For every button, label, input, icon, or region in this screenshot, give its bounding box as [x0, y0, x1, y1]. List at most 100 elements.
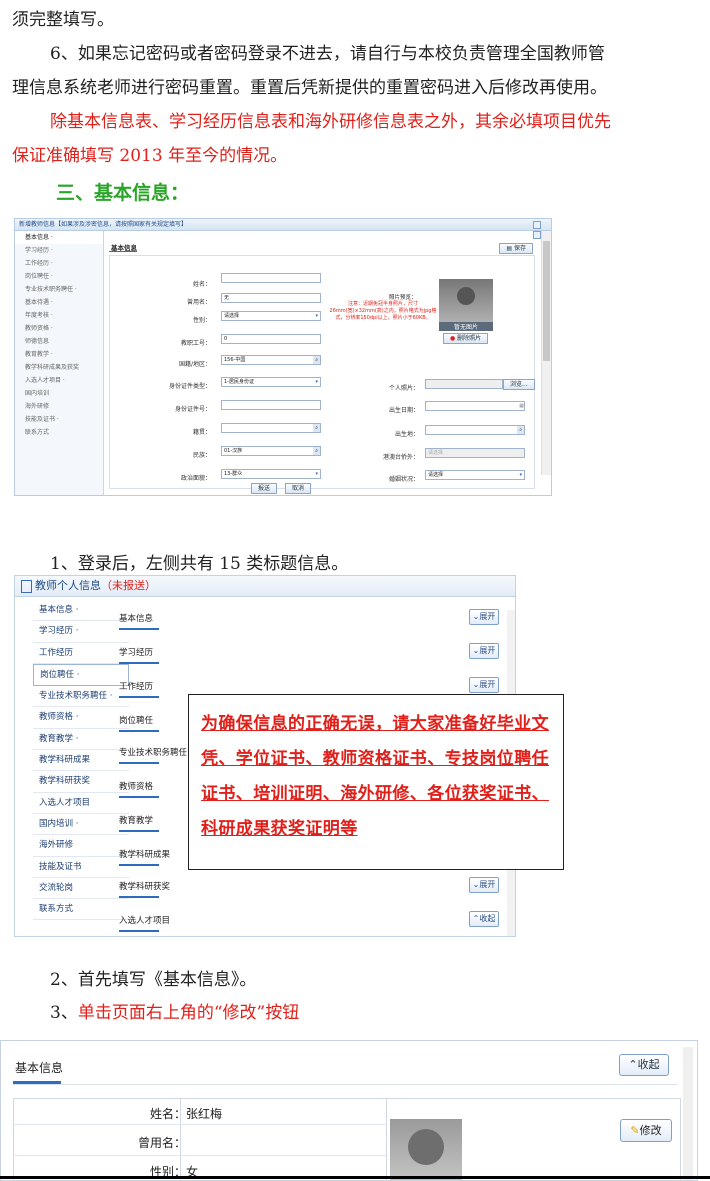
sidebar-item[interactable]: 岗位聘任 · [33, 663, 129, 687]
idno-label: 身份证件号： [174, 406, 211, 413]
scrollbar[interactable] [683, 1047, 693, 1180]
section-underline [119, 730, 159, 732]
sidebar-item[interactable]: 联系方式 [33, 899, 129, 921]
section-title: 工作经历 [119, 682, 154, 692]
expand-button[interactable]: ⌄展开 [469, 643, 499, 659]
step-3-instruction: 单击页面右上角的“修改”按钮 [77, 1003, 300, 1023]
collapse-label: 收起 [637, 1058, 660, 1071]
edit-button[interactable]: ✎修改 [620, 1119, 672, 1142]
sidebar-item[interactable]: 交流轮岗 [33, 878, 129, 900]
sidebar-item[interactable]: 海外研修 [15, 400, 103, 413]
restore-icon[interactable] [533, 221, 541, 229]
scrollbar[interactable] [541, 231, 551, 475]
section-title: 专业技术职务聘任 [119, 748, 188, 758]
section-row: 基本信息 [119, 612, 159, 630]
no-photo-text: 暂无图片 [439, 322, 493, 331]
sidebar-item[interactable]: 学习经历 · [15, 244, 103, 257]
section-underline [119, 830, 159, 832]
section-row: 入选人才项目 [119, 914, 170, 932]
search-icon[interactable]: ⌕ [313, 356, 320, 364]
person-icon [457, 287, 475, 305]
hk-select[interactable]: 请选择 [425, 448, 525, 458]
section-title: 岗位聘任 [119, 716, 154, 726]
sidebar-item[interactable]: 教学科研成果 [33, 750, 129, 772]
name-input[interactable] [221, 273, 321, 283]
row-divider [14, 1155, 386, 1156]
native-input[interactable]: ⌕ [221, 423, 321, 433]
sidebar-item[interactable]: 技能及证书 [33, 857, 129, 878]
window-controls[interactable] [533, 221, 547, 239]
sidebar-item[interactable]: 基本信息 · [33, 600, 129, 622]
sidebar-item[interactable]: 工作经历 · [15, 257, 103, 270]
expand-button[interactable]: ⌄展开 [469, 609, 499, 625]
sidebar-item[interactable]: 海外研修 [33, 835, 129, 857]
marital-label: 婚姻状况： [388, 476, 419, 483]
sidebar-item[interactable]: 岗位聘任 · [15, 270, 103, 283]
screenshot-basic-info: 基本信息 ⌃收起 ✎修改 姓名： 张红梅 曾用名： 性别： 女 [0, 1040, 698, 1181]
search-icon[interactable]: ⌕ [313, 447, 320, 455]
birthplace-input[interactable]: ⌕ [425, 425, 525, 435]
gender-label: 性别： [192, 317, 211, 324]
sidebar-item[interactable]: 教学科研获奖 [33, 771, 129, 793]
emp-no-input[interactable]: 0 [221, 334, 321, 344]
sidebar-item[interactable]: 教育教学 · [33, 729, 129, 751]
browse-button[interactable]: 浏览... [503, 379, 535, 390]
sidebar-item[interactable]: 国内培训 [15, 387, 103, 400]
nation-input[interactable]: 156-中国 ⌕ [221, 355, 321, 365]
idno-input[interactable] [221, 400, 321, 410]
used-name-input[interactable]: 无 [221, 293, 321, 303]
collapse-button[interactable]: ⌃收起 [619, 1054, 669, 1076]
submit-button[interactable]: 报送 [251, 483, 278, 494]
marital-select[interactable]: 请选择 ▾ [425, 470, 525, 480]
search-icon[interactable]: ⌕ [313, 424, 320, 432]
scrollbar-thumb[interactable] [543, 241, 550, 361]
section-underline [109, 251, 137, 252]
section-row: 教学科研成果 [119, 848, 170, 866]
sidebar-item[interactable]: 专业技术职务聘任 · [33, 686, 129, 708]
sidebar-item[interactable]: 基本待遇 · [15, 296, 103, 309]
sidebar-item[interactable]: 国内培训 · [33, 814, 129, 836]
delete-photo-button[interactable]: ● 删除照片 [443, 333, 489, 344]
gender-select[interactable]: 请选择 ▾ [221, 311, 321, 321]
expand-button[interactable]: ⌄展开 [469, 677, 499, 693]
button-label: 收起 [479, 914, 496, 923]
sidebar-item[interactable]: 学习经历 · [33, 621, 129, 643]
sidebar-item[interactable]: 入选人才项目 [33, 793, 129, 814]
idtype-select[interactable]: 1-居民身份证 ▾ [221, 377, 321, 387]
used-name-label: 曾用名： [138, 1136, 187, 1150]
sidebar-item[interactable]: 入选人才项目 · [15, 374, 103, 387]
ethnic-input[interactable]: 01-汉族 ⌕ [221, 446, 321, 456]
notice-text: 为确保信息的正确无误，请大家准备好毕业文凭、学位证书、教师资格证书、专技岗位聘任… [201, 714, 549, 839]
expand-button[interactable]: ⌄展开 [469, 877, 499, 893]
birthplace-label: 出生地： [394, 431, 419, 438]
section-title: 基本信息 [15, 1061, 64, 1075]
sidebar-item[interactable]: 年度考核 · [15, 309, 103, 322]
collapse-button[interactable]: ⌃收起 [469, 911, 499, 927]
save-button[interactable]: ▤ 保存 [499, 243, 533, 254]
sidebar-item[interactable]: 技能及证书 · [15, 413, 103, 426]
search-icon[interactable]: ⌕ [517, 426, 524, 434]
calendar-icon[interactable]: ▦ [519, 402, 524, 410]
sidebar-item[interactable]: 联系方式 [15, 426, 103, 439]
sidebar-item[interactable]: 基本信息 · [15, 231, 103, 244]
sidebar-item[interactable]: 工作经历 [33, 643, 129, 664]
basic-info-form: ✎修改 姓名： 张红梅 曾用名： 性别： 女 [13, 1098, 681, 1180]
cancel-button[interactable]: 取消 [285, 483, 312, 494]
status-text: （未报送） [101, 579, 156, 592]
sidebar-item[interactable]: 教师资格 · [33, 707, 129, 729]
section-row: 工作经历 [119, 680, 159, 698]
sidebar-item[interactable]: 教育教学 · [15, 348, 103, 361]
sidebar-item[interactable]: 教学科研成果及获奖 [15, 361, 103, 374]
political-select[interactable]: 13-群众 ▾ [221, 469, 321, 479]
photo-file-input[interactable] [425, 379, 503, 389]
sidebar-item[interactable]: 专业技术职务聘任 · [15, 283, 103, 296]
sidebar: 基本信息 · 学习经历 · 工作经历 岗位聘任 · 专业技术职务聘任 · 教师资格 · 教育… [33, 600, 129, 936]
birth-input[interactable]: ▦ [425, 401, 525, 411]
sidebar-item[interactable]: 师德信息 [15, 335, 103, 348]
sidebar-item[interactable]: 教师资格 · [15, 322, 103, 335]
chevron-down-icon: ▾ [315, 379, 318, 385]
section-title: 基本信息 [119, 614, 154, 624]
section-title: 教学科研成果 [119, 850, 171, 860]
person-icon [408, 1129, 444, 1165]
section-underline [119, 628, 159, 630]
